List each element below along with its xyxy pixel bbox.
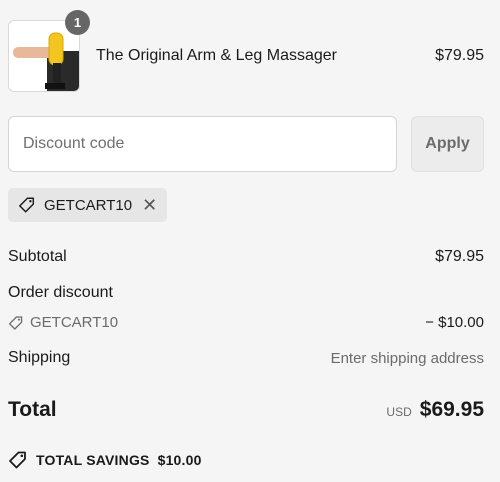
applied-discount-code: GETCART10 <box>44 196 133 214</box>
total-savings-label: TOTAL SAVINGS <box>36 452 150 468</box>
order-discount-label: Order discount <box>8 284 113 301</box>
total-amount: $69.95 <box>419 398 484 421</box>
applied-discount-chip: GETCART10 ✕ <box>8 188 168 222</box>
product-name: The Original Arm & Leg Massager <box>96 47 337 64</box>
remove-discount-icon[interactable]: ✕ <box>142 196 157 214</box>
tag-icon <box>8 315 23 330</box>
discount-code-input[interactable] <box>8 116 397 172</box>
cart-line-item: 1 The Original Arm & Leg Massager $79.95 <box>8 10 484 92</box>
shipping-label: Shipping <box>8 349 71 366</box>
order-discount-detail-row: GETCART10 − $10.00 <box>8 314 484 331</box>
order-discount-value: − $10.00 <box>425 314 484 331</box>
total-amount-wrap: USD $69.95 <box>386 398 484 422</box>
shipping-row: Shipping Enter shipping address <box>8 349 484 367</box>
total-label: Total <box>8 398 57 421</box>
tag-icon <box>19 197 35 213</box>
tag-icon <box>9 451 26 469</box>
quantity-badge: 1 <box>65 10 90 35</box>
total-row: Total USD $69.95 <box>8 398 484 422</box>
order-discount-row: Order discount <box>8 284 484 302</box>
order-discount-code: GETCART10 <box>30 314 119 331</box>
product-thumbnail-wrap: 1 <box>8 10 90 92</box>
shipping-value: Enter shipping address <box>330 349 484 367</box>
total-savings: TOTAL SAVINGS $10.00 <box>8 450 202 470</box>
apply-discount-button[interactable]: Apply <box>411 116 484 172</box>
subtotal-row: Subtotal $79.95 <box>8 248 484 266</box>
subtotal-label: Subtotal <box>8 248 67 265</box>
total-savings-value: $10.00 <box>157 452 202 468</box>
currency-code: USD <box>386 405 412 419</box>
order-discount-code-wrap: GETCART10 <box>8 314 118 331</box>
discount-form: Apply <box>8 116 484 172</box>
subtotal-value: $79.95 <box>435 248 484 265</box>
product-price: $79.95 <box>435 47 484 64</box>
